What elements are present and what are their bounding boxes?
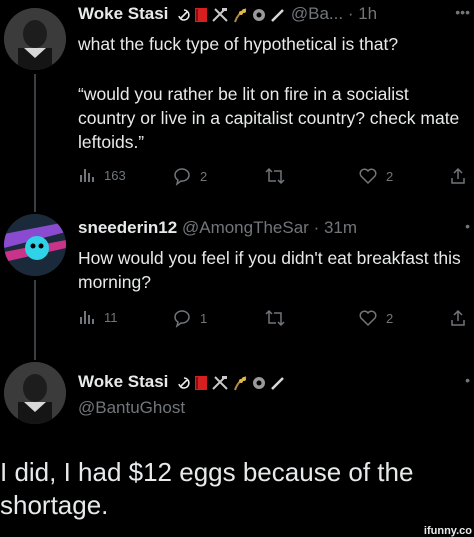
tweet-actions: 11 1 2 [78, 308, 466, 332]
views-icon [80, 169, 94, 182]
retweet-icon [265, 167, 285, 185]
display-name[interactable]: Woke Stasi [78, 4, 168, 23]
reply-count: 2 [200, 168, 208, 184]
rice-icon [234, 376, 247, 391]
reply-icon [174, 168, 190, 186]
retweet-icon [265, 309, 285, 327]
red-book-icon [195, 376, 208, 390]
share-button[interactable] [448, 166, 468, 186]
avatar-photo [4, 8, 66, 70]
watermark: ifunny.co [423, 525, 472, 537]
tweet-header: Woke Stasi [78, 372, 466, 392]
share-button[interactable] [448, 308, 468, 328]
like-count: 2 [386, 310, 394, 326]
share-icon [451, 309, 465, 326]
avatar[interactable] [4, 8, 66, 70]
views-count: 11 [104, 309, 118, 325]
tweet-2[interactable]: sneederin12 @AmongTheSar · 31m • How wou… [0, 190, 474, 360]
rice-icon [234, 8, 247, 23]
views-button[interactable]: 163 [78, 166, 126, 184]
hammer-pick-icon [212, 376, 228, 390]
avatar[interactable] [4, 214, 66, 276]
reply-icon [174, 310, 190, 328]
more-icon[interactable]: • [465, 372, 470, 388]
quoted-text: “would you rather be lit on fire in a so… [78, 84, 460, 152]
thread-line [34, 74, 36, 194]
tweet-text: How would you feel if you didn't eat bre… [78, 248, 461, 292]
handle[interactable]: @BantuGhost [78, 398, 466, 418]
views-button[interactable]: 11 [78, 308, 118, 326]
thread-line-top [34, 350, 36, 360]
name-emoji-badges [177, 7, 286, 23]
like-icon [359, 310, 377, 327]
pen-icon [271, 9, 285, 22]
tweet-header: sneederin12 @AmongTheSar · 31m [78, 218, 466, 238]
red-book-icon [195, 8, 208, 22]
handle[interactable]: @AmongTheSar [182, 218, 309, 237]
more-icon[interactable]: ••• [455, 4, 470, 20]
like-button[interactable]: 2 [358, 166, 393, 186]
avatar-photo [4, 362, 66, 424]
timestamp[interactable]: · 1h [348, 4, 377, 23]
name-emoji-badges [177, 375, 286, 391]
hammer-pick-icon [212, 8, 228, 22]
thread-line-bottom [34, 280, 36, 360]
display-name[interactable]: Woke Stasi [78, 372, 168, 391]
tweet-actions: 163 2 2 [78, 166, 466, 190]
tweet-3[interactable]: Woke Stasi • @BantuGhost [0, 350, 474, 450]
like-icon [359, 168, 377, 185]
more-icon[interactable]: • [465, 218, 470, 234]
retweet-button[interactable] [264, 166, 294, 186]
pen-icon [271, 377, 285, 390]
timestamp[interactable]: · 31m [314, 218, 357, 237]
display-name[interactable]: sneederin12 [78, 218, 177, 237]
views-count: 163 [104, 167, 126, 183]
like-count: 2 [386, 168, 394, 184]
hammer-sickle-icon [178, 377, 190, 389]
reply-button[interactable]: 1 [172, 308, 207, 328]
handle[interactable]: @Ba... [291, 4, 343, 23]
reply-text: I did, I had $12 eggs because of the sho… [0, 457, 414, 520]
gear-icon [253, 377, 266, 389]
thread-line-top [34, 190, 36, 212]
share-icon [451, 167, 465, 184]
reply-count: 1 [200, 310, 208, 326]
tweet-text: what the fuck type of hypothetical is th… [78, 34, 399, 54]
views-icon [80, 311, 94, 324]
hammer-sickle-icon [178, 9, 190, 21]
reply-button[interactable]: 2 [172, 166, 207, 186]
retweet-button[interactable] [264, 308, 294, 328]
like-button[interactable]: 2 [358, 308, 393, 328]
avatar[interactable] [4, 362, 66, 424]
avatar-photo [4, 214, 66, 276]
tweet-header: Woke Stasi @Ba... · 1h [78, 4, 466, 24]
tweet-1[interactable]: Woke Stasi @Ba... · 1h ••• what the fuck… [0, 0, 474, 194]
gear-icon [253, 9, 266, 21]
